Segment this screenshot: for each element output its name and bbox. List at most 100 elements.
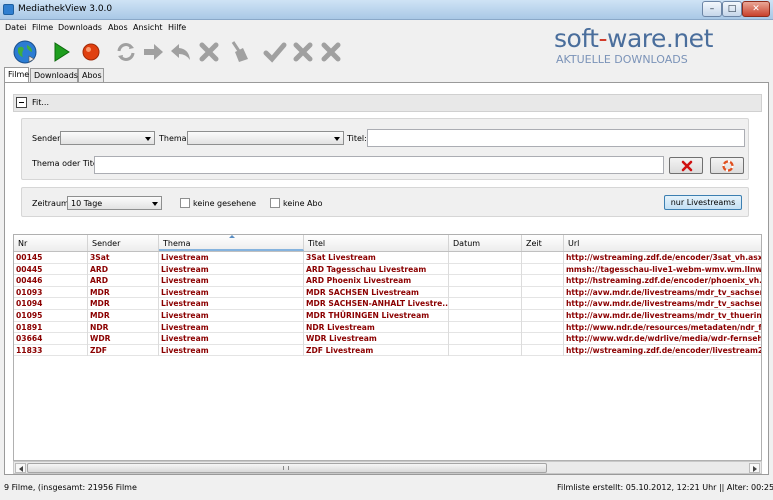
scrollbar-thumb[interactable] <box>27 463 547 473</box>
table-row[interactable]: 01094 MDR Livestream MDR SACHSEN-ANHALT Liv… <box>14 298 762 310</box>
status-bar: 9 Filme, (insgesamt: 21956 Filme Filmlis… <box>0 476 773 500</box>
column-header-url[interactable]: Url <box>564 235 761 251</box>
keine-gesehene-checkbox[interactable] <box>180 198 190 208</box>
cell-datum <box>449 275 522 287</box>
thema-titel-label: Thema oder Titel: <box>32 159 103 168</box>
play-icon[interactable] <box>48 39 74 65</box>
menu-filme[interactable]: Filme <box>32 23 53 32</box>
brand-name: soft-ware.net <box>554 24 713 53</box>
scroll-left-icon[interactable] <box>15 463 26 473</box>
delete-x-icon <box>196 39 222 65</box>
menu-abos[interactable]: Abos <box>108 23 128 32</box>
chevron-down-icon <box>334 137 340 141</box>
cell-url: http://hstreaming.zdf.de/encoder/phoenix… <box>566 276 762 286</box>
cell-titel: MDR SACHSEN-ANHALT Livestre... <box>306 298 449 310</box>
table-row[interactable]: 00445 ARD Livestream ARD Tagesschau Livestr… <box>14 263 762 276</box>
cell-nr: 03664 <box>14 333 88 345</box>
titel-input[interactable] <box>367 129 745 147</box>
chevron-down-icon <box>152 202 158 206</box>
table-row[interactable]: 03664 WDR Livestream WDR Livestream http://w… <box>14 333 761 345</box>
cell-thema: Livestream <box>159 252 304 264</box>
minimize-button[interactable]: – <box>702 1 722 17</box>
table-row[interactable]: 00145 3Sat Livestream 3Sat Livestream http:/… <box>14 252 761 264</box>
cell-titel: ARD Tagesschau Livestream <box>304 263 449 276</box>
cell-url: http://avw.mdr.de/livestreams/mdr_tv_thu… <box>566 310 762 320</box>
cell-sender: ARD <box>88 275 159 287</box>
cell-url: http://wstreaming.zdf.de/encoder/livestr… <box>566 345 762 355</box>
table-row[interactable]: 01891 NDR Livestream NDR Livestream http://w… <box>14 321 762 334</box>
red-x-icon <box>681 160 693 172</box>
clear-filter-button[interactable] <box>669 157 703 174</box>
table-row[interactable]: 00446 ARD Livestream ARD Phoenix Livestream… <box>14 275 762 287</box>
zeitraum-label: Zeitraum: <box>32 199 72 208</box>
table-header: Nr Sender Thema Titel Datum Zeit Url <box>14 235 761 252</box>
cell-url: mmsh://tagesschau-live1-webm-wmv.wm.llnw… <box>566 264 762 274</box>
horizontal-scrollbar[interactable] <box>13 461 762 474</box>
sender-label: Sender: <box>32 134 63 143</box>
cell-datum <box>449 286 522 299</box>
column-header-thema[interactable]: Thema <box>159 235 304 251</box>
column-header-titel[interactable]: Titel <box>304 235 449 251</box>
reset-filter-button[interactable] <box>710 157 744 174</box>
cell-titel: MDR THÜRINGEN Livestream <box>304 309 449 322</box>
thema-titel-input[interactable] <box>94 156 664 174</box>
cell-sender: 3Sat <box>88 252 159 264</box>
brand-watermark: soft-ware.net AKTUELLE DOWNLOADS <box>554 24 764 68</box>
filter-header[interactable]: Fit... <box>13 94 762 112</box>
tab-downloads[interactable]: Downloads <box>30 68 78 82</box>
nur-livestreams-button[interactable]: nur Livestreams <box>664 195 742 210</box>
column-header-sender[interactable]: Sender <box>88 235 159 251</box>
cell-zeit <box>522 309 564 322</box>
maximize-button[interactable]: □ <box>722 1 742 17</box>
cell-sender: WDR <box>88 333 159 345</box>
keine-gesehene-label: keine gesehene <box>193 199 257 208</box>
column-header-zeit[interactable]: Zeit <box>522 235 564 251</box>
cell-nr: 01094 <box>14 298 88 310</box>
cell-sender: ARD <box>88 263 159 276</box>
keine-abo-checkbox[interactable] <box>270 198 280 208</box>
menu-downloads[interactable]: Downloads <box>58 23 102 32</box>
keine-abo-label: keine Abo <box>283 199 323 208</box>
close-button[interactable]: ✕ <box>742 1 770 17</box>
cell-sender: MDR <box>88 309 159 322</box>
sort-ascending-icon <box>229 235 235 238</box>
broom-icon <box>225 39 251 65</box>
table-row[interactable]: 01093 MDR Livestream MDR SACHSEN Livestream… <box>14 286 761 299</box>
cell-datum <box>449 309 522 322</box>
cell-thema: Livestream <box>159 309 304 322</box>
zeitraum-select[interactable]: 10 Tage <box>67 196 162 210</box>
cell-nr: 11833 <box>14 344 88 357</box>
cell-zeit <box>522 275 564 287</box>
cell-url: http://www.ndr.de/resources/metadaten/nd… <box>566 322 762 332</box>
record-icon[interactable] <box>78 39 104 65</box>
table-row[interactable]: 11833 ZDF Livestream ZDF Livestream http://w… <box>14 344 762 357</box>
scroll-right-icon[interactable] <box>749 463 760 473</box>
cell-titel: MDR SACHSEN Livestream <box>304 286 449 299</box>
status-list-info: Filmliste erstellt: 05.10.2012, 12:21 Uh… <box>557 483 773 492</box>
tab-filme[interactable]: Filme <box>4 67 29 82</box>
window-title-bar[interactable]: MediathekView 3.0.0 – □ ✕ <box>0 0 773 20</box>
cell-zeit <box>522 321 564 334</box>
cell-zeit <box>522 298 564 310</box>
menu-datei[interactable]: Datei <box>5 23 26 32</box>
chevron-down-icon <box>145 137 151 141</box>
sender-select[interactable] <box>60 131 155 145</box>
thema-select[interactable] <box>187 131 344 145</box>
globe-refresh-icon[interactable] <box>12 39 38 65</box>
film-table: Nr Sender Thema Titel Datum Zeit Url 001… <box>13 234 762 461</box>
cell-zeit <box>522 344 564 357</box>
column-header-datum[interactable]: Datum <box>449 235 522 251</box>
table-row[interactable]: 01095 MDR Livestream MDR THÜRINGEN Livestre… <box>14 309 762 322</box>
refresh-icon <box>113 39 139 65</box>
grip-icon <box>283 466 289 470</box>
tab-abos[interactable]: Abos <box>78 68 104 82</box>
cell-zeit <box>522 286 564 299</box>
menu-ansicht[interactable]: Ansicht <box>133 23 163 32</box>
undo-arrow-icon <box>168 39 194 65</box>
column-header-nr[interactable]: Nr <box>14 235 88 251</box>
menu-hilfe[interactable]: Hilfe <box>168 23 186 32</box>
table-body: 00145 3Sat Livestream 3Sat Livestream http:/… <box>14 252 762 357</box>
cell-nr: 01093 <box>14 286 88 299</box>
collapse-toggle-icon[interactable] <box>16 97 27 108</box>
cell-url: http://avw.mdr.de/livestreams/mdr_tv_sac… <box>566 299 762 309</box>
